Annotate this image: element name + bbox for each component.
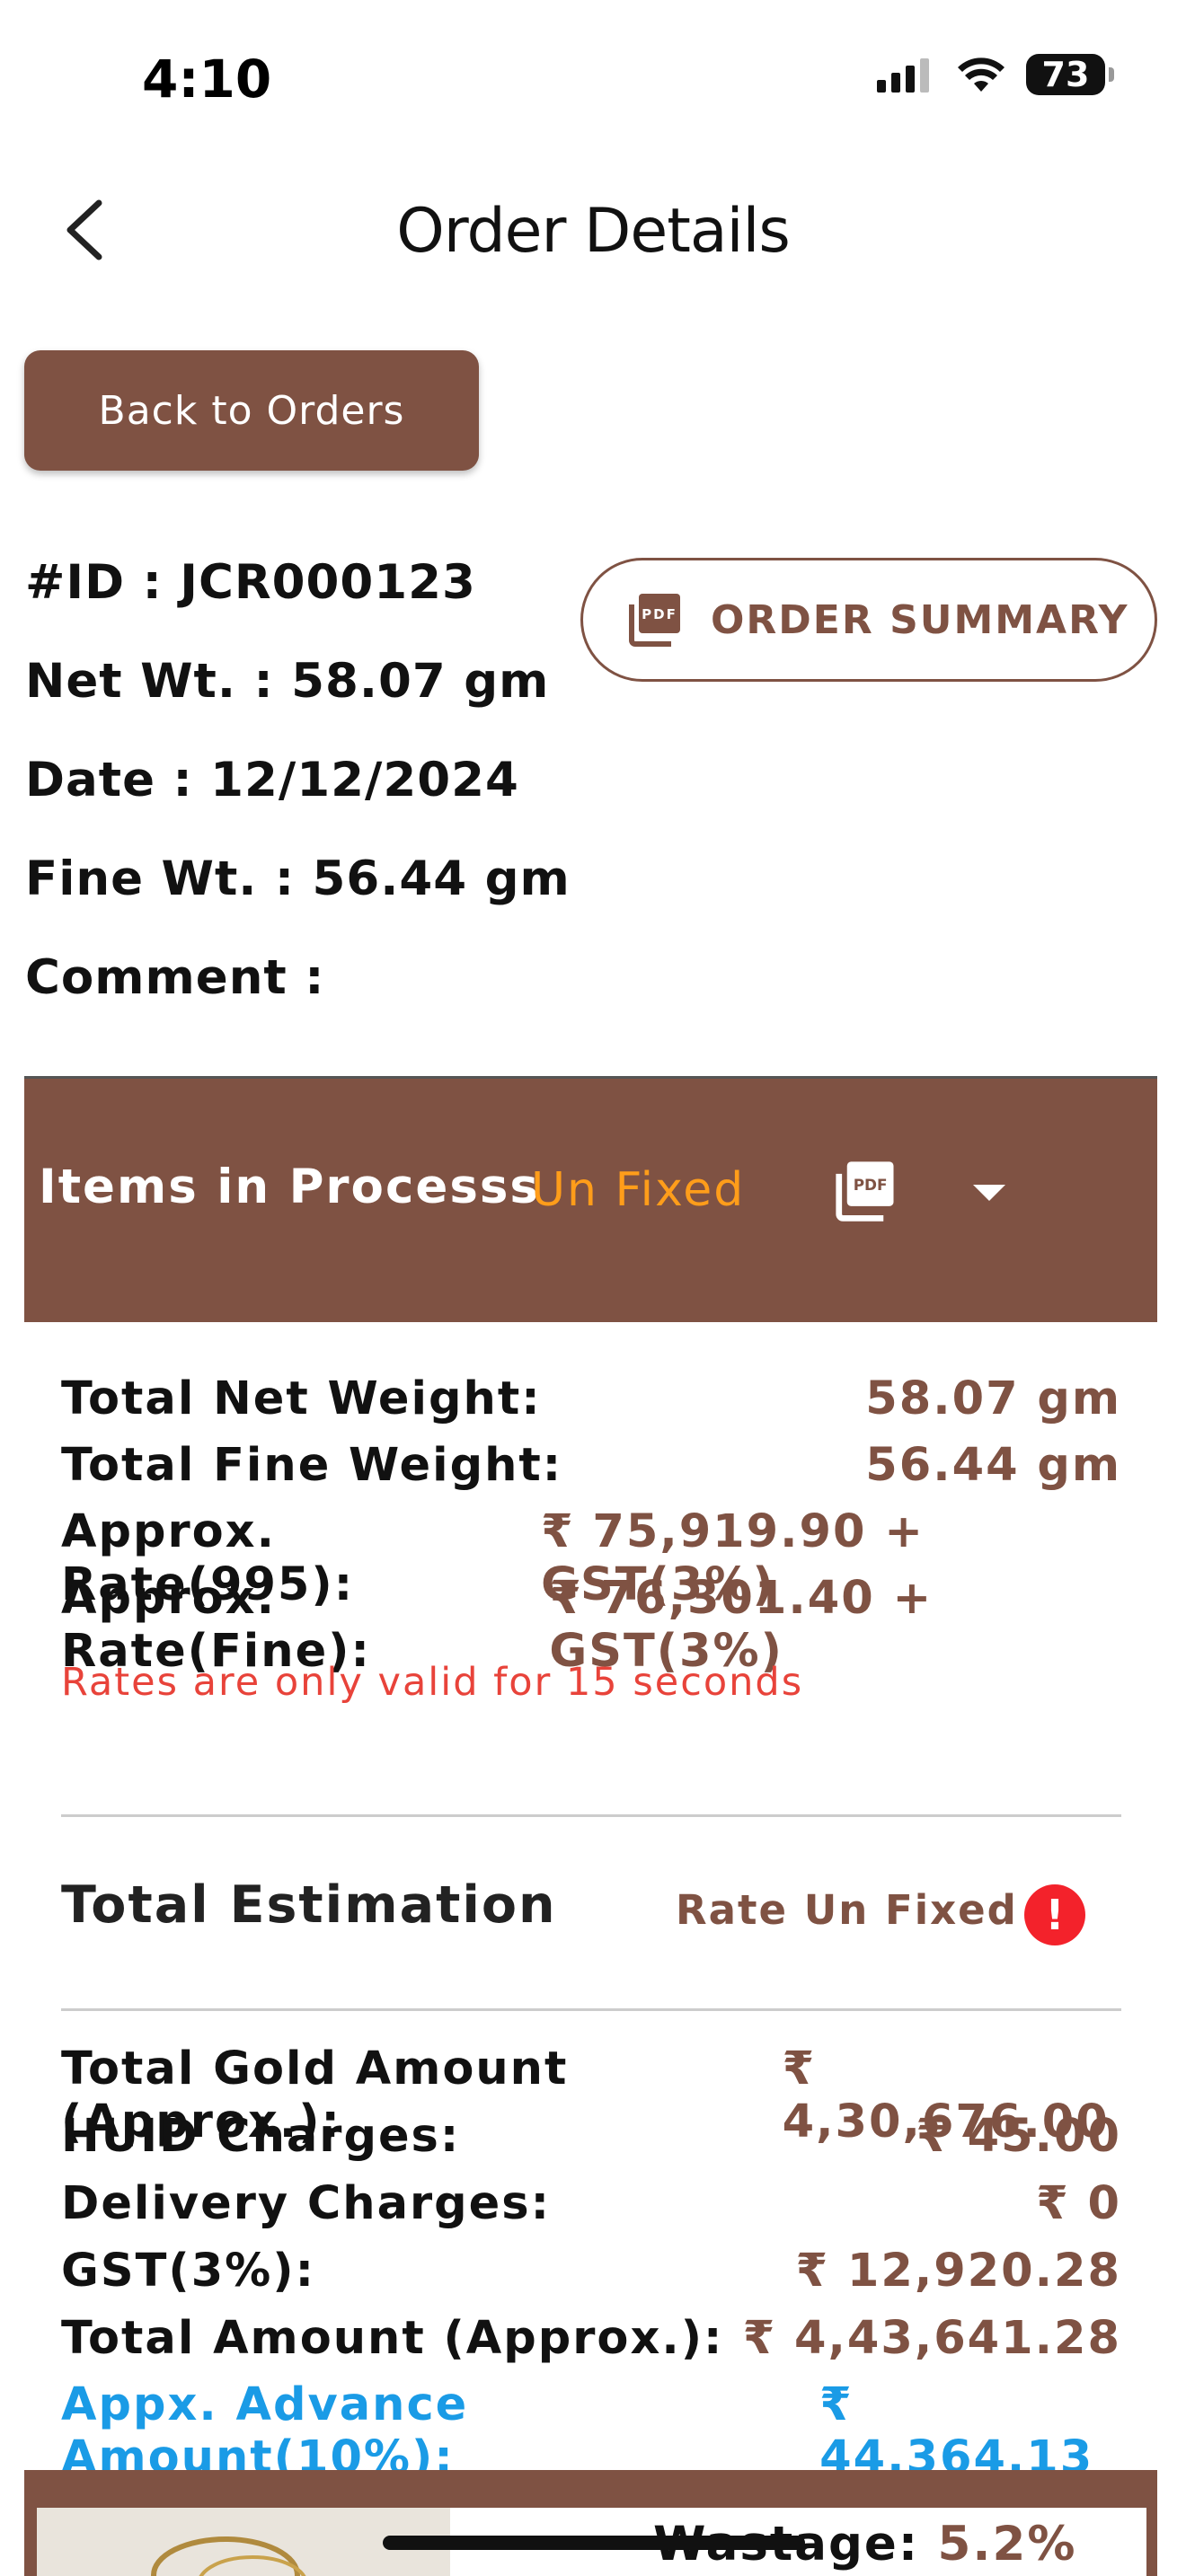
row-value: ₹ 0	[1036, 2177, 1121, 2230]
order-date: Date : 12/12/2024	[25, 753, 519, 807]
page-title: Order Details	[396, 196, 791, 267]
row-value: 56.44 gm	[865, 1439, 1121, 1492]
row-label: Delivery Charges:	[61, 2177, 552, 2230]
back-to-orders-button[interactable]: Back to Orders	[24, 350, 479, 471]
rate-status-label: Rate Un Fixed	[676, 1886, 1018, 1934]
row-value: ₹ 45.00	[916, 2110, 1121, 2163]
row-label: Total Net Weight:	[61, 1372, 542, 1425]
huid-charges-row: HUID Charges: ₹ 45.00	[61, 2110, 1121, 2163]
total-net-weight-row: Total Net Weight: 58.07 gm	[61, 1372, 1121, 1425]
nav-bar: Order Details	[0, 171, 1186, 287]
battery-icon: 73	[1026, 54, 1114, 95]
alert-icon[interactable]: !	[1024, 1884, 1085, 1945]
total-fine-weight-row: Total Fine Weight: 56.44 gm	[61, 1439, 1121, 1492]
wifi-icon	[958, 57, 1005, 92]
row-value: ₹ 12,920.28	[795, 2245, 1121, 2298]
row-value: ₹ 4,43,641.28	[742, 2312, 1121, 2365]
items-process-status: Un Fixed	[531, 1163, 746, 1217]
cellular-signal-icon	[877, 58, 929, 93]
pdf-icon[interactable]: PDF	[833, 1160, 898, 1222]
total-estimation-title: Total Estimation	[61, 1875, 557, 1935]
caret-down-icon[interactable]	[973, 1185, 1005, 1201]
status-bar: 4:10 73	[0, 0, 1186, 153]
order-summary-label: ORDER SUMMARY	[711, 596, 1129, 643]
svg-text:PDF: PDF	[642, 606, 677, 622]
status-time: 4:10	[142, 49, 272, 110]
row-label: Total Amount (Approx.):	[61, 2312, 724, 2365]
items-process-header[interactable]: Items in Processs Un Fixed PDF	[24, 1076, 1157, 1322]
order-id: #ID : JCR000123	[25, 555, 476, 610]
item-list-panel: Wastage: 5.2%	[24, 2470, 1157, 2576]
pdf-icon: PDF	[629, 594, 680, 647]
row-value: 58.07 gm	[865, 1372, 1121, 1425]
order-net-weight: Net Wt. : 58.07 gm	[25, 654, 550, 709]
row-label: HUID Charges:	[61, 2110, 461, 2163]
delivery-charges-row: Delivery Charges: ₹ 0	[61, 2177, 1121, 2230]
order-comment: Comment :	[25, 950, 325, 1005]
rate-validity-warning: Rates are only valid for 15 seconds	[61, 1660, 804, 1705]
home-indicator[interactable]	[383, 2536, 805, 2550]
svg-text:PDF: PDF	[854, 1176, 888, 1194]
status-icons: 73	[877, 54, 1114, 95]
divider	[61, 1814, 1121, 1817]
row-label: Appx. Advance Amount(10%):	[61, 2378, 469, 2484]
total-amount-row: Total Amount (Approx.): ₹ 4,43,641.28	[61, 2312, 1121, 2365]
order-fine-weight: Fine Wt. : 56.44 gm	[25, 851, 571, 906]
wastage-value: 5.2%	[937, 2517, 1077, 2572]
row-value: ₹ 44,364.13	[819, 2378, 1094, 2484]
gst-row: GST(3%): ₹ 12,920.28	[61, 2245, 1121, 2298]
row-label: GST(3%):	[61, 2245, 315, 2298]
row-label: Total Fine Weight:	[61, 1439, 563, 1492]
items-process-title: Items in Processs	[39, 1160, 540, 1214]
order-summary-button[interactable]: PDF ORDER SUMMARY	[580, 558, 1157, 682]
divider	[61, 2008, 1121, 2011]
advance-amount-row: Appx. Advance Amount(10%): ₹ 44,364.13	[61, 2378, 1121, 2484]
